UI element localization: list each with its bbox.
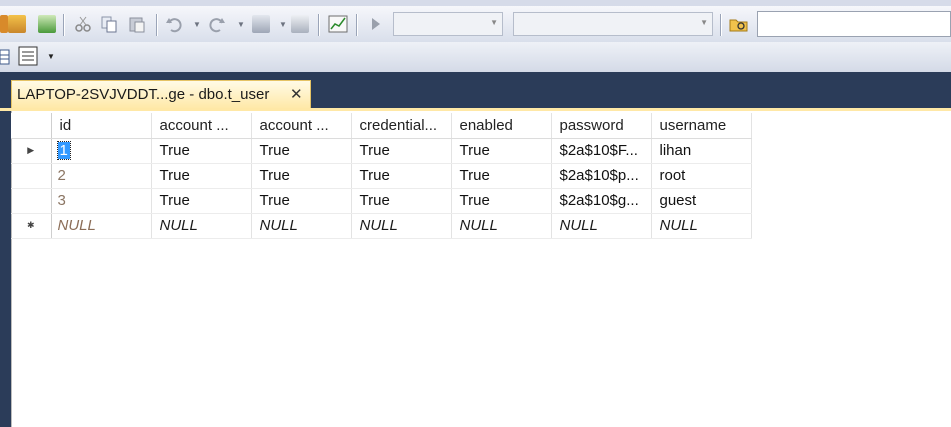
redo-icon[interactable] xyxy=(208,15,226,33)
column-header-account-1[interactable]: account ... xyxy=(151,113,252,139)
cell-password[interactable]: $2a$10$g... xyxy=(551,188,652,214)
cell-account-2[interactable]: True xyxy=(251,138,352,164)
designer-toolbar: ▼ xyxy=(0,42,951,72)
new-query-icon[interactable] xyxy=(0,15,8,33)
database-icon[interactable] xyxy=(8,15,26,33)
cell-credentials[interactable]: True xyxy=(351,188,452,214)
cell-enabled[interactable]: True xyxy=(451,188,552,214)
show-pane-icon[interactable] xyxy=(291,15,309,33)
solution-config-combo[interactable]: ▼ xyxy=(513,12,713,36)
pending-changes-icon[interactable] xyxy=(252,15,270,33)
cell-enabled[interactable]: True xyxy=(451,163,552,189)
undo-icon[interactable] xyxy=(165,15,183,33)
properties-icon[interactable] xyxy=(18,46,38,66)
document-tab-title: LAPTOP-2SVJVDDT...ge - dbo.t_user xyxy=(17,86,270,103)
cell-credentials[interactable]: NULL xyxy=(351,213,452,239)
row-selector-header[interactable] xyxy=(11,113,52,139)
cell-id[interactable]: 3 xyxy=(51,188,152,214)
cell-enabled[interactable]: NULL xyxy=(451,213,552,239)
toolbar-separator xyxy=(720,14,721,36)
cell-username[interactable]: NULL xyxy=(651,213,752,239)
chevron-down-icon: ▼ xyxy=(700,18,708,27)
table-row[interactable]: 2 True True True True $2a$10$p... root xyxy=(11,163,752,189)
cell-account-1[interactable]: True xyxy=(151,138,252,164)
current-row-indicator[interactable]: ▶ xyxy=(11,138,52,164)
toolbar-separator xyxy=(156,14,157,36)
cell-account-1[interactable]: True xyxy=(151,163,252,189)
cell-username[interactable]: root xyxy=(651,163,752,189)
cell-id[interactable]: 2 xyxy=(51,163,152,189)
cell-account-1[interactable]: NULL xyxy=(151,213,252,239)
column-header-id[interactable]: id xyxy=(51,113,152,139)
chevron-down-icon: ▼ xyxy=(490,18,498,27)
cell-id-value[interactable]: 1 xyxy=(56,141,71,160)
toolbar-separator xyxy=(318,14,319,36)
cell-account-2[interactable]: NULL xyxy=(251,213,352,239)
cell-account-2[interactable]: True xyxy=(251,163,352,189)
row-selector[interactable] xyxy=(11,188,52,214)
cell-account-2[interactable]: True xyxy=(251,188,352,214)
copy-icon[interactable] xyxy=(100,15,118,33)
pending-changes-dropdown-icon[interactable]: ▼ xyxy=(279,20,287,29)
undo-dropdown-icon[interactable]: ▼ xyxy=(193,20,201,29)
table-row[interactable]: ▶ 1 True True True True $2a$10$F... liha… xyxy=(11,138,752,164)
cell-password[interactable]: $2a$10$p... xyxy=(551,163,652,189)
header-row: id account ... account ... credential...… xyxy=(11,113,752,139)
column-header-password[interactable]: password xyxy=(551,113,652,139)
close-icon[interactable]: ✕ xyxy=(290,81,303,109)
cell-credentials[interactable]: True xyxy=(351,163,452,189)
cell-id[interactable]: 1 xyxy=(51,138,152,164)
cell-username[interactable]: lihan xyxy=(651,138,752,164)
new-row-indicator[interactable]: ✱ xyxy=(11,213,52,239)
table-row[interactable]: 3 True True True True $2a$10$g... guest xyxy=(11,188,752,214)
cell-id[interactable]: NULL xyxy=(51,213,152,239)
chart-icon[interactable] xyxy=(328,15,348,33)
data-table: id account ... account ... credential...… xyxy=(11,113,752,239)
folder-icon[interactable] xyxy=(729,15,748,33)
cell-account-1[interactable]: True xyxy=(151,188,252,214)
column-header-username[interactable]: username xyxy=(651,113,752,139)
paste-icon[interactable] xyxy=(128,15,146,33)
search-input[interactable] xyxy=(757,11,951,37)
redo-dropdown-icon[interactable]: ▼ xyxy=(237,20,245,29)
cell-credentials[interactable]: True xyxy=(351,138,452,164)
execute-icon[interactable] xyxy=(367,15,385,33)
column-header-enabled[interactable]: enabled xyxy=(451,113,552,139)
cell-password[interactable]: $2a$10$F... xyxy=(551,138,652,164)
cell-enabled[interactable]: True xyxy=(451,138,552,164)
cut-icon[interactable] xyxy=(74,15,92,33)
cell-password[interactable]: NULL xyxy=(551,213,652,239)
add-icon[interactable] xyxy=(38,15,56,33)
column-header-credentials[interactable]: credential... xyxy=(351,113,452,139)
dropdown-icon[interactable]: ▼ xyxy=(47,52,55,61)
toolbar-separator xyxy=(63,14,64,36)
row-selector[interactable] xyxy=(11,163,52,189)
document-tab[interactable]: LAPTOP-2SVJVDDT...ge - dbo.t_user ✕ xyxy=(11,80,311,109)
grid-view-icon[interactable] xyxy=(0,48,10,66)
column-header-account-2[interactable]: account ... xyxy=(251,113,352,139)
new-row[interactable]: ✱ NULL NULL NULL NULL NULL NULL NULL xyxy=(11,213,752,239)
cell-username[interactable]: guest xyxy=(651,188,752,214)
database-combo[interactable]: ▼ xyxy=(393,12,503,36)
toolbar-separator xyxy=(356,14,357,36)
results-grid: id account ... account ... credential...… xyxy=(11,111,951,427)
standard-toolbar: ▼ ▼ ▼ ▼ ▼ xyxy=(0,6,951,43)
